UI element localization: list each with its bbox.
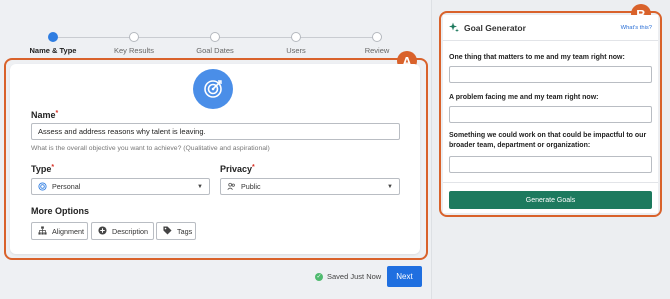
generator-header: Goal Generator What's this? — [443, 15, 658, 41]
step-label-key-results[interactable]: Key Results — [114, 46, 154, 55]
type-label: Type* — [31, 164, 54, 174]
more-options-label: More Options — [31, 206, 89, 216]
privacy-label-text: Privacy — [220, 164, 253, 174]
question-label-2: A problem facing me and my team right no… — [449, 94, 599, 101]
tag-icon — [163, 225, 172, 237]
privacy-select-value: Public — [241, 182, 261, 191]
caret-down-icon: ▼ — [197, 183, 203, 190]
next-button[interactable]: Next — [387, 266, 422, 287]
type-select[interactable]: Personal ▼ — [31, 178, 210, 195]
question-input-2[interactable] — [449, 106, 652, 123]
step-connector — [300, 37, 375, 38]
step-dot-goal-dates[interactable] — [210, 32, 220, 42]
tags-button-label: Tags — [177, 226, 193, 236]
privacy-select[interactable]: Public ▼ — [220, 178, 400, 195]
goal-target-icon — [193, 69, 233, 109]
sparkle-icon — [449, 19, 459, 37]
goal-name-input[interactable]: Assess and address reasons why talent is… — [31, 123, 400, 140]
step-dot-name-type[interactable] — [48, 32, 58, 42]
people-icon — [227, 182, 236, 191]
type-label-text: Type — [31, 164, 52, 174]
step-label-users[interactable]: Users — [286, 46, 306, 55]
step-label-goal-dates[interactable]: Goal Dates — [196, 46, 234, 55]
step-connector — [219, 37, 294, 38]
step-label-name-type[interactable]: Name & Type — [30, 46, 77, 55]
generator-divider — [443, 182, 658, 183]
save-status: ✓ Saved Just Now — [315, 272, 381, 281]
step-connector — [138, 37, 213, 38]
required-mark: * — [55, 110, 59, 117]
alignment-button[interactable]: Alignment — [31, 222, 88, 240]
step-dot-review[interactable] — [372, 32, 382, 42]
name-label: Name* — [31, 110, 58, 120]
whats-this-link[interactable]: What's this? — [621, 25, 652, 31]
alignment-button-label: Alignment — [52, 226, 84, 236]
question-label-3: Something we could work on that could be… — [449, 132, 647, 149]
generator-title: Goal Generator — [464, 22, 526, 33]
description-button-label: Description — [112, 226, 148, 236]
question-label-1: One thing that matters to me and my team… — [449, 54, 625, 61]
save-status-text: Saved Just Now — [327, 272, 382, 281]
goal-generator-panel: Goal Generator What's this? One thing th… — [443, 15, 658, 213]
required-mark: * — [252, 164, 255, 171]
privacy-label: Privacy* — [220, 164, 255, 174]
step-dot-users[interactable] — [291, 32, 301, 42]
question-input-1[interactable] — [449, 66, 652, 83]
step-dot-key-results[interactable] — [129, 32, 139, 42]
generate-goals-button[interactable]: Generate Goals — [449, 191, 652, 209]
required-mark: * — [51, 164, 55, 171]
hierarchy-icon — [38, 225, 47, 237]
plus-circle-icon — [98, 225, 107, 237]
question-input-3[interactable] — [449, 156, 652, 173]
type-select-value: Personal — [52, 182, 81, 191]
target-icon — [38, 182, 47, 191]
wizard-stepper: Name & Type Key Results Goal Dates Users… — [28, 30, 398, 60]
step-connector — [57, 37, 132, 38]
description-button[interactable]: Description — [91, 222, 154, 240]
caret-down-icon: ▼ — [387, 183, 393, 190]
step-label-review[interactable]: Review — [365, 46, 390, 55]
name-hint: What is the overall objective you want t… — [31, 145, 270, 152]
tags-button[interactable]: Tags — [156, 222, 196, 240]
name-label-text: Name — [31, 110, 56, 120]
check-circle-icon: ✓ — [315, 272, 323, 281]
